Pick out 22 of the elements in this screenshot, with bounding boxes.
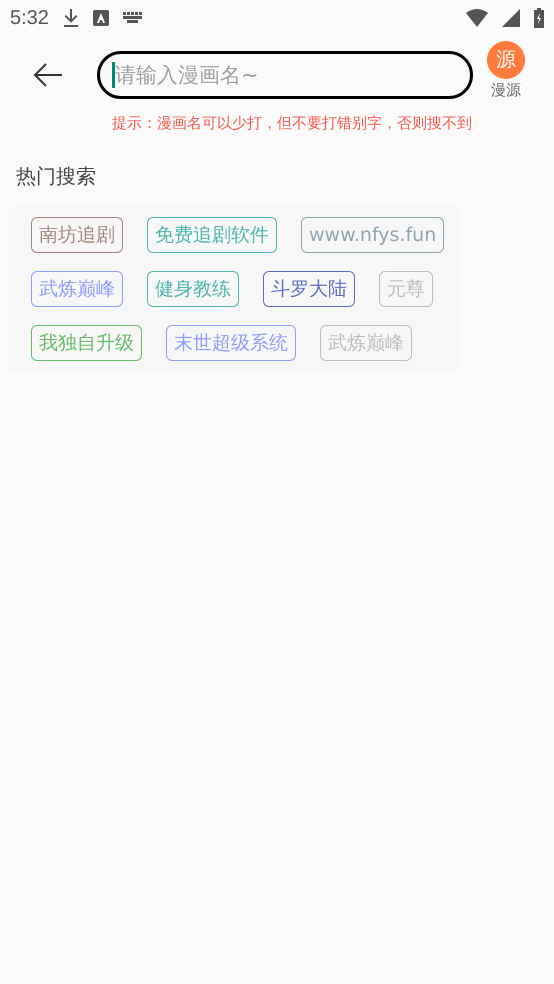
status-time: 5:32 (10, 6, 49, 30)
text-icon (92, 10, 109, 26)
search-tag[interactable]: 斗罗大陆 (263, 271, 355, 307)
download-icon (62, 9, 79, 27)
keyboard-icon (122, 12, 143, 24)
search-hint: 提示：漫画名可以少打，但不要打错别字，否则搜不到 (111, 114, 473, 133)
search-field[interactable]: 请输入漫画名~ (97, 51, 473, 99)
search-tag[interactable]: 末世超级系统 (166, 325, 296, 361)
search-tag[interactable]: 元尊 (379, 271, 433, 307)
search-tag[interactable]: 健身教练 (147, 271, 239, 307)
signal-icon (502, 9, 520, 27)
source-label: 漫源 (491, 80, 521, 100)
search-tag[interactable]: 武炼巅峰 (320, 325, 412, 361)
section-title: 热门搜索 (16, 163, 97, 190)
source-button[interactable]: 源 (487, 40, 525, 78)
wifi-icon (466, 9, 488, 27)
search-tag[interactable]: www.nfys.fun (301, 217, 444, 253)
search-tag[interactable]: 南坊追剧 (31, 217, 123, 253)
search-tag[interactable]: 我独自升级 (31, 325, 142, 361)
battery-icon (534, 8, 544, 28)
search-tag[interactable]: 武炼巅峰 (31, 271, 123, 307)
search-tag[interactable]: 免费追剧软件 (147, 217, 277, 253)
